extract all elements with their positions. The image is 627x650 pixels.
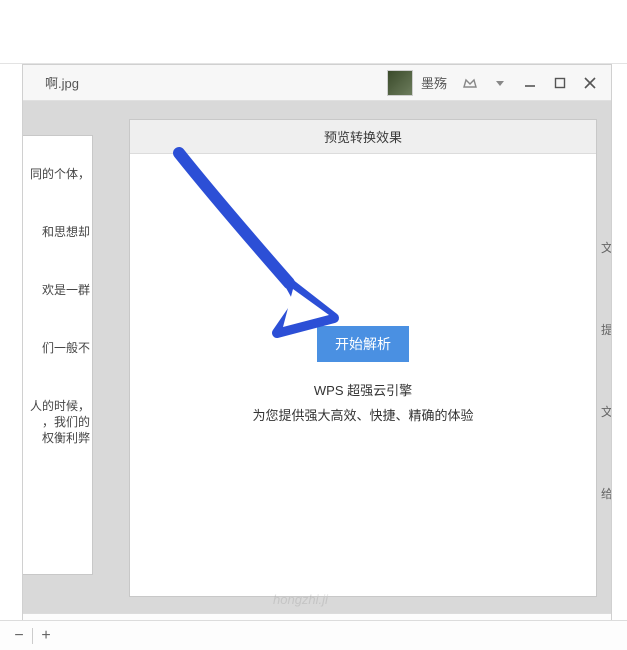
doc-line: 们一般不	[23, 340, 90, 356]
doc-line: 人的时候， ，我们的 权衡利弊	[23, 398, 90, 446]
preview-header: 预览转换效果	[130, 120, 596, 154]
content-area: 同的个体， 和思想却 欢是一群 们一般不 人的时候， ，我们的 权衡利弊 文 提…	[23, 101, 611, 613]
username-label[interactable]: 墨殇	[421, 73, 447, 92]
app-window: 啊.jpg 墨殇 同的个体， 和思想却 欢是一群 们一般不 人的时候， ，我们的…	[22, 64, 612, 644]
outer-zoom-in-button[interactable]: +	[33, 625, 59, 647]
outer-zoom-out-button[interactable]: −	[6, 625, 32, 647]
preview-body: 开始解析 WPS 超强云引擎 为您提供强大高效、快捷、精确的体验	[130, 154, 596, 596]
source-document-preview: 同的个体， 和思想却 欢是一群 们一般不 人的时候， ，我们的 权衡利弊	[23, 135, 93, 575]
outer-status-bar: − +	[0, 620, 627, 650]
minimize-button[interactable]	[515, 70, 545, 96]
titlebar: 啊.jpg 墨殇	[23, 65, 611, 101]
engine-name-label: WPS 超强云引擎	[314, 380, 412, 399]
avatar[interactable]	[387, 70, 413, 96]
maximize-button[interactable]	[545, 70, 575, 96]
preview-pane: 预览转换效果 开始解析 WPS 超强云引擎 为您提供强大高效、快捷、精确的体验	[129, 119, 597, 597]
strip-char: 文	[601, 405, 611, 419]
doc-line: 和思想却	[23, 224, 90, 240]
close-button[interactable]	[575, 70, 605, 96]
engine-desc-label: 为您提供强大高效、快捷、精确的体验	[252, 405, 473, 424]
crown-icon[interactable]	[455, 70, 485, 96]
doc-line: 同的个体，	[23, 166, 90, 182]
outer-zoom-group: − +	[0, 625, 59, 647]
start-parse-button[interactable]: 开始解析	[317, 326, 409, 362]
strip-char: 给	[601, 487, 611, 501]
strip-char: 文	[601, 241, 611, 255]
window-title: 啊.jpg	[45, 73, 79, 92]
right-text-strip: 文 提 文 给	[601, 241, 611, 569]
strip-char: 提	[601, 323, 611, 337]
doc-line: 欢是一群	[23, 282, 90, 298]
outer-window-top	[0, 0, 627, 64]
dropdown-icon[interactable]	[485, 70, 515, 96]
